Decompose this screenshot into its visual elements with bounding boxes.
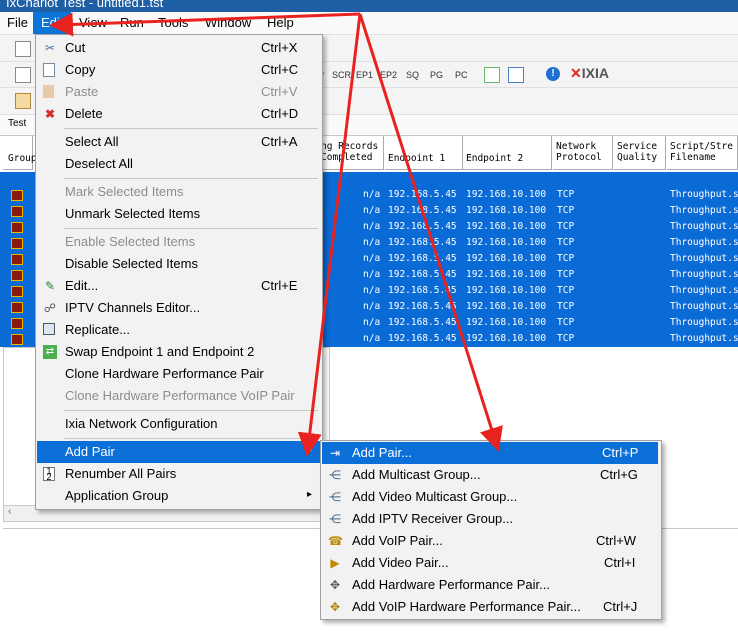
annotation-arrows (49, 12, 503, 457)
arrow-to-add-pair-dialog (358, 13, 503, 452)
arrow-to-edit-menu (49, 12, 361, 37)
arrow-to-add-pair (297, 13, 362, 457)
